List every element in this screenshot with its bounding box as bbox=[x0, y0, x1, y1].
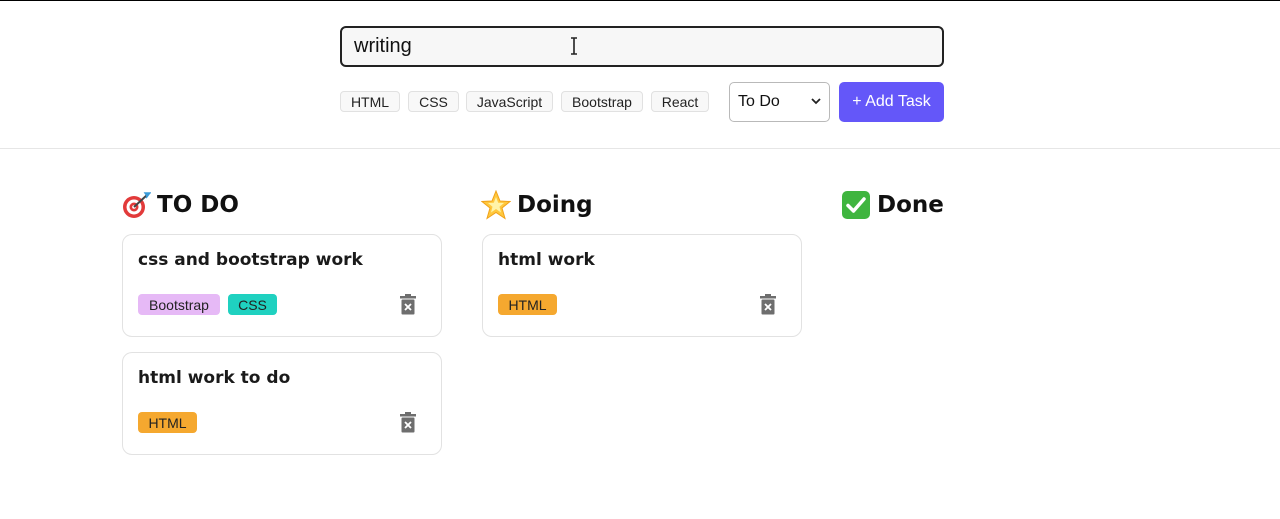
column-title-doing: Doing bbox=[481, 189, 593, 221]
delete-icon[interactable] bbox=[759, 294, 777, 315]
column-title-label: TO DO bbox=[157, 192, 239, 218]
task-tag-html: HTML bbox=[498, 294, 557, 315]
task-card: html work to do HTML bbox=[122, 352, 442, 455]
column-title-label: Doing bbox=[517, 192, 593, 218]
dart-target-icon bbox=[121, 190, 151, 220]
task-tag-html: HTML bbox=[138, 412, 197, 433]
task-input[interactable] bbox=[340, 26, 944, 67]
chevron-down-icon bbox=[811, 96, 821, 108]
tag-button-javascript[interactable]: JavaScript bbox=[466, 91, 553, 112]
task-card: css and bootstrap work Bootstrap CSS bbox=[122, 234, 442, 337]
check-mark-icon bbox=[841, 190, 871, 220]
tag-button-css[interactable]: CSS bbox=[408, 91, 459, 112]
column-title-todo: TO DO bbox=[121, 189, 239, 221]
tag-button-react[interactable]: React bbox=[651, 91, 709, 112]
task-form: HTML CSS JavaScript Bootstrap React To D… bbox=[0, 1, 1280, 149]
tag-button-bootstrap[interactable]: Bootstrap bbox=[561, 91, 643, 112]
glowing-star-icon bbox=[481, 190, 511, 220]
delete-icon[interactable] bbox=[399, 412, 417, 433]
column-title-done: Done bbox=[841, 189, 944, 221]
delete-icon[interactable] bbox=[399, 294, 417, 315]
column-title-label: Done bbox=[877, 192, 944, 218]
task-title: html work to do bbox=[138, 368, 291, 388]
status-select[interactable]: To Do bbox=[729, 82, 830, 122]
task-title: html work bbox=[498, 250, 595, 270]
tag-button-html[interactable]: HTML bbox=[340, 91, 400, 112]
task-tag-bootstrap: Bootstrap bbox=[138, 294, 220, 315]
task-card: html work HTML bbox=[482, 234, 802, 337]
task-tag-css: CSS bbox=[228, 294, 277, 315]
task-manager-app: HTML CSS JavaScript Bootstrap React To D… bbox=[0, 0, 1280, 519]
add-task-button[interactable]: + Add Task bbox=[839, 82, 944, 122]
text-cursor-icon bbox=[570, 37, 578, 55]
task-title: css and bootstrap work bbox=[138, 250, 363, 270]
status-select-value: To Do bbox=[738, 93, 780, 110]
